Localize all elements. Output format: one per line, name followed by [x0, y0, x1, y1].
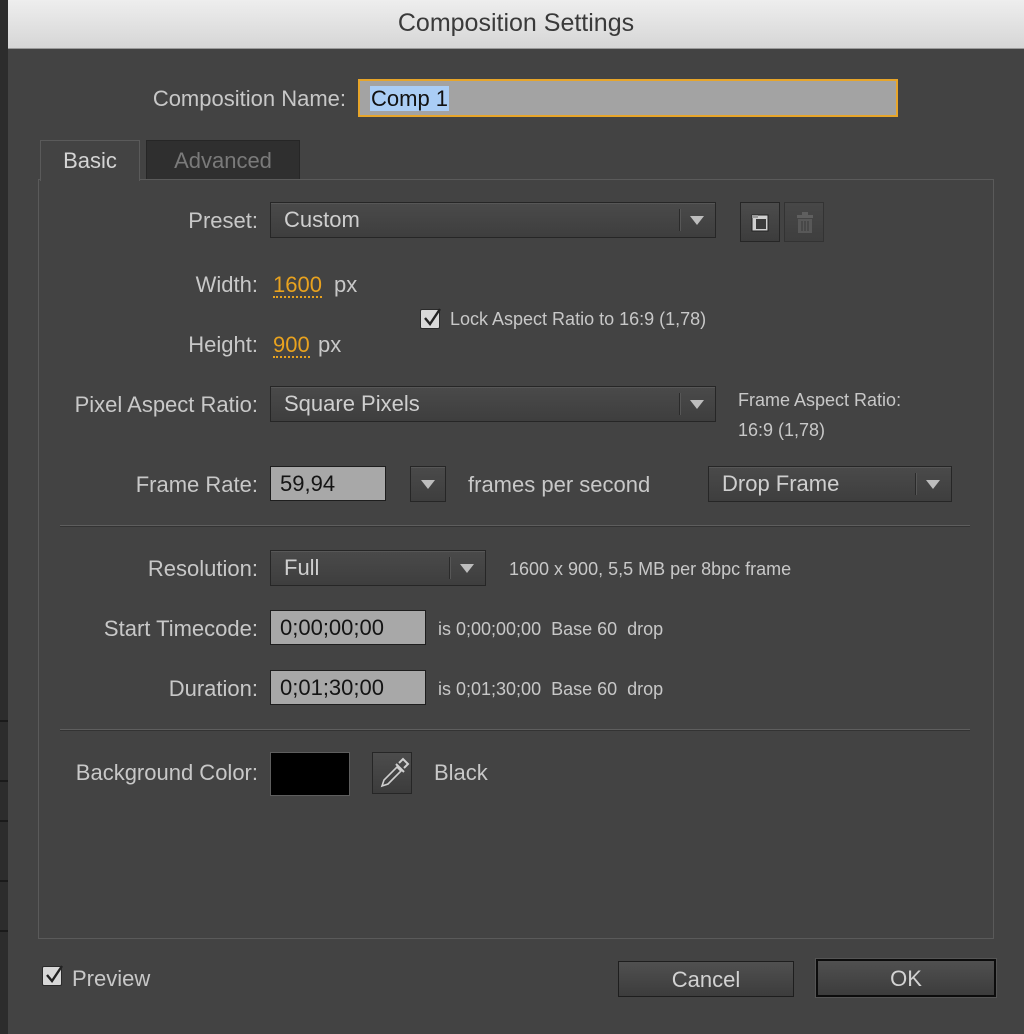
delete-preset-button[interactable]: [784, 202, 824, 242]
drop-frame-dropdown[interactable]: Drop Frame: [708, 466, 952, 502]
preset-label: Preset:: [188, 208, 258, 233]
chevron-down-icon: [690, 400, 704, 409]
pixel-aspect-dropdown[interactable]: Square Pixels: [270, 386, 716, 422]
background-color-label: Background Color:: [75, 760, 258, 785]
composition-name-value: Comp 1: [370, 86, 450, 111]
pixel-aspect-label: Pixel Aspect Ratio:: [74, 392, 258, 417]
frame-aspect-label: Frame Aspect Ratio:: [738, 390, 902, 410]
background-color-swatch[interactable]: [270, 752, 350, 796]
tab-advanced[interactable]: Advanced: [146, 140, 300, 180]
eyedropper-icon: [380, 757, 410, 788]
tab-basic[interactable]: Basic: [40, 140, 140, 181]
drop-frame-value: Drop Frame: [722, 471, 840, 496]
duration-label: Duration:: [168, 676, 258, 701]
trash-icon: [797, 212, 813, 233]
section-divider: [60, 525, 970, 526]
chevron-down-icon: [690, 216, 704, 225]
composition-name-label: Composition Name:: [152, 86, 346, 111]
frame-rate-presets-dropdown[interactable]: [410, 466, 446, 502]
preview-checkbox[interactable]: [42, 965, 63, 986]
pixel-aspect-value: Square Pixels: [284, 391, 420, 416]
width-value[interactable]: 1600: [273, 274, 322, 298]
duration-info: is 0;01;30;00 Base 60 drop: [438, 679, 664, 699]
height-unit: px: [318, 332, 342, 357]
preview-label: Preview: [72, 966, 151, 991]
height-label: Height:: [188, 332, 258, 357]
resolution-label: Resolution:: [147, 556, 258, 581]
background-color-name: Black: [434, 760, 488, 785]
section-divider: [60, 729, 970, 730]
resolution-dropdown[interactable]: Full: [270, 550, 486, 586]
save-preset-button[interactable]: [740, 202, 780, 242]
checkmark-icon: [46, 965, 63, 984]
height-value[interactable]: 900: [273, 334, 310, 358]
resolution-info: 1600 x 900, 5,5 MB per 8bpc frame: [509, 559, 792, 579]
preset-dropdown[interactable]: Custom: [270, 202, 716, 238]
start-timecode-label: Start Timecode:: [103, 616, 258, 641]
window-title: Composition Settings: [397, 9, 635, 37]
start-timecode-info: is 0;00;00;00 Base 60 drop: [438, 619, 664, 639]
chevron-down-icon: [460, 564, 474, 573]
width-unit: px: [334, 272, 358, 297]
eyedropper-button[interactable]: [372, 752, 412, 794]
frame-rate-label: Frame Rate:: [135, 472, 258, 497]
checkmark-icon: [424, 308, 441, 327]
save-preset-icon: [751, 214, 769, 232]
composition-name-input[interactable]: Comp 1: [358, 79, 898, 117]
cancel-button[interactable]: Cancel: [618, 961, 794, 997]
width-label: Width:: [195, 272, 258, 297]
duration-input[interactable]: 0;01;30;00: [270, 670, 426, 705]
frame-rate-suffix: frames per second: [468, 472, 651, 497]
lock-aspect-checkbox[interactable]: [420, 308, 441, 329]
preset-value: Custom: [284, 207, 360, 232]
frame-rate-input[interactable]: 59,94: [270, 466, 386, 501]
ok-button[interactable]: OK: [816, 959, 996, 997]
start-timecode-input[interactable]: 0;00;00;00: [270, 610, 426, 645]
lock-aspect-label: Lock Aspect Ratio to 16:9 (1,78): [450, 309, 707, 329]
background-window-edge: [0, 0, 8, 1034]
title-bar[interactable]: Composition Settings: [8, 0, 1024, 49]
chevron-down-icon: [926, 480, 940, 489]
chevron-down-icon: [421, 480, 435, 489]
frame-aspect-value: 16:9 (1,78): [738, 420, 826, 440]
resolution-value: Full: [284, 555, 320, 580]
